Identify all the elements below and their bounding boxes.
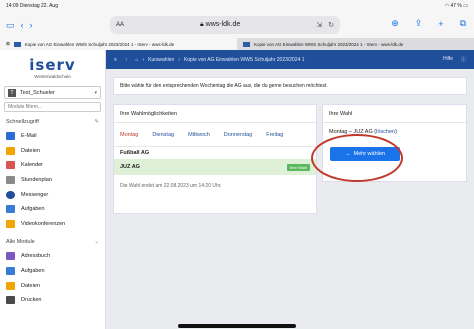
sidebar-item-timetable[interactable]: Stundenplan — [0, 173, 105, 188]
battery-indicator: ◠ 47 % ▭ — [444, 3, 468, 9]
timetable-icon — [6, 176, 15, 185]
quick-access-header: Schnellzugriff ✎ — [6, 119, 99, 125]
sidebar-toggle-icon[interactable]: ▭ — [6, 20, 15, 31]
edit-icon[interactable]: ✎ — [94, 119, 99, 125]
reload-icon[interactable]: ↻ — [328, 21, 334, 29]
tasks-icon — [6, 205, 15, 214]
annotation-circle — [311, 134, 403, 182]
selection-title: Ihre Wahl — [323, 105, 466, 123]
new-tab-icon[interactable]: + — [438, 18, 443, 29]
address-bar[interactable]: AA 🔒︎ wws-ldk.de ⇲ ↻ — [110, 16, 340, 34]
user-menu[interactable]: T Test_Schueler ▾ — [4, 86, 101, 99]
tab-friday[interactable]: Freitag — [266, 132, 283, 138]
favicon-icon — [243, 41, 250, 47]
deadline-text: Die Wahl endet am 22.08.2023 um 14:20 Uh… — [120, 183, 222, 189]
printer-icon — [6, 296, 15, 305]
sidebar-item-tasks[interactable]: Aufgaben — [0, 202, 105, 217]
avatar: T — [8, 88, 16, 97]
mail-icon — [6, 132, 15, 141]
sidebar-item-messenger[interactable]: Messenger — [0, 187, 105, 202]
day-tabs: Montag Dienstag Mittwoch Donnerstag Frei… — [114, 123, 316, 147]
breadcrumb-course-selection[interactable]: Kurswahlen — [148, 57, 174, 63]
extension-icon[interactable]: ⇲ — [316, 21, 322, 29]
school-name: Westerwaldschule — [34, 74, 71, 79]
browser-toolbar: ▭ ‹ › AA 🔒︎ wws-ldk.de ⇲ ↻ ⊕ ⇪ + ⧉ — [0, 12, 474, 38]
options-title: Ihre Wahlmöglichkeiten — [114, 105, 316, 123]
user-name: Test_Schueler — [20, 89, 55, 96]
main-header: ≡ ↑ ⌂ › Kurswahlen › Kopie von AG Einwah… — [106, 50, 474, 69]
sidebar: iserv Westerwaldschule T Test_Schueler ▾… — [0, 50, 106, 329]
tab-bar: ⊠ Kopie von AG Einwahlen WWS Schuljahr 2… — [0, 38, 474, 50]
status-badge: Ihre Wahl — [287, 163, 310, 171]
options-card: Ihre Wahlmöglichkeiten Montag Dienstag M… — [113, 104, 317, 214]
list-item-juz[interactable]: JUZ AG Ihre Wahl — [114, 159, 316, 175]
breadcrumb-current: Kopie von AG Einwahlen WWS Schuljahr 202… — [183, 56, 305, 63]
breadcrumb: ⌂ › Kurswahlen › Kopie von AG Einwahlen … — [135, 56, 305, 63]
status-time: 14:09 Dienstag 22. Aug — [6, 3, 58, 9]
calendar-icon — [6, 161, 15, 170]
sidebar-item-print[interactable]: Drucken — [0, 293, 105, 308]
sidebar-item-calendar[interactable]: Kalender — [0, 158, 105, 173]
menu-icon[interactable]: ≡ — [114, 57, 117, 63]
tab-2[interactable]: Kopie von AG Einwahlen WWS Schuljahr 202… — [237, 38, 474, 50]
iserv-logo[interactable]: iserv — [0, 56, 105, 74]
list-item-football[interactable]: Fußball AG — [114, 147, 316, 159]
video-icon — [6, 219, 15, 228]
reader-button[interactable]: AA — [116, 22, 124, 28]
sidebar-item-files[interactable]: Dateien — [0, 144, 105, 159]
forward-icon[interactable]: › — [30, 20, 33, 30]
info-icon[interactable]: ⓘ — [461, 56, 466, 63]
sidebar-item-email[interactable]: E-Mail — [0, 129, 105, 144]
home-icon[interactable]: ⌂ — [135, 57, 138, 63]
addressbook-icon — [6, 252, 15, 261]
tasks-icon — [6, 267, 15, 276]
tab-tuesday[interactable]: Dienstag — [152, 132, 174, 138]
back-icon[interactable]: ‹ — [21, 20, 24, 30]
status-bar: 14:09 Dienstag 22. Aug ◠ 47 % ▭ — [0, 0, 474, 12]
sidebar-item-addressbook[interactable]: Adressbuch — [0, 249, 105, 264]
folder-icon — [6, 281, 15, 290]
sidebar-item-tasks-module[interactable]: Aufgaben — [0, 264, 105, 279]
sidebar-item-videoconference[interactable]: Videokonferenzen — [0, 217, 105, 232]
tab-monday[interactable]: Montag — [120, 132, 138, 138]
battery-icon: ▭ — [461, 3, 468, 9]
download-icon[interactable]: ⊕ — [391, 18, 399, 29]
delete-link[interactable]: löschen — [376, 129, 395, 135]
tab-wednesday[interactable]: Mittwoch — [188, 132, 210, 138]
favicon-icon — [13, 41, 21, 47]
all-modules-header[interactable]: Alle Module ⌄ — [0, 235, 105, 249]
chevron-down-icon: ⌄ — [94, 239, 99, 246]
chevron-down-icon: ▾ — [94, 89, 97, 96]
instruction-notice: Bitte wähle für den entsprechenden Woche… — [113, 77, 467, 95]
sidebar-item-files-module[interactable]: Dateien — [0, 278, 105, 293]
help-link[interactable]: Hilfe — [443, 56, 453, 63]
close-tab-icon[interactable]: ⊠ — [6, 41, 10, 47]
tab-1[interactable]: ⊠ Kopie von AG Einwahlen WWS Schuljahr 2… — [0, 38, 237, 50]
tab-thursday[interactable]: Donnerstag — [224, 132, 252, 138]
url-text: 🔒︎ wws-ldk.de — [199, 21, 241, 28]
share-icon[interactable]: ⇪ — [415, 18, 423, 29]
messenger-icon — [6, 190, 15, 199]
module-filter-input[interactable] — [4, 102, 101, 112]
home-indicator — [178, 324, 296, 328]
folder-icon — [6, 146, 15, 155]
tabs-overview-icon[interactable]: ⧉ — [460, 18, 466, 29]
back-icon[interactable]: ↑ — [125, 57, 128, 63]
